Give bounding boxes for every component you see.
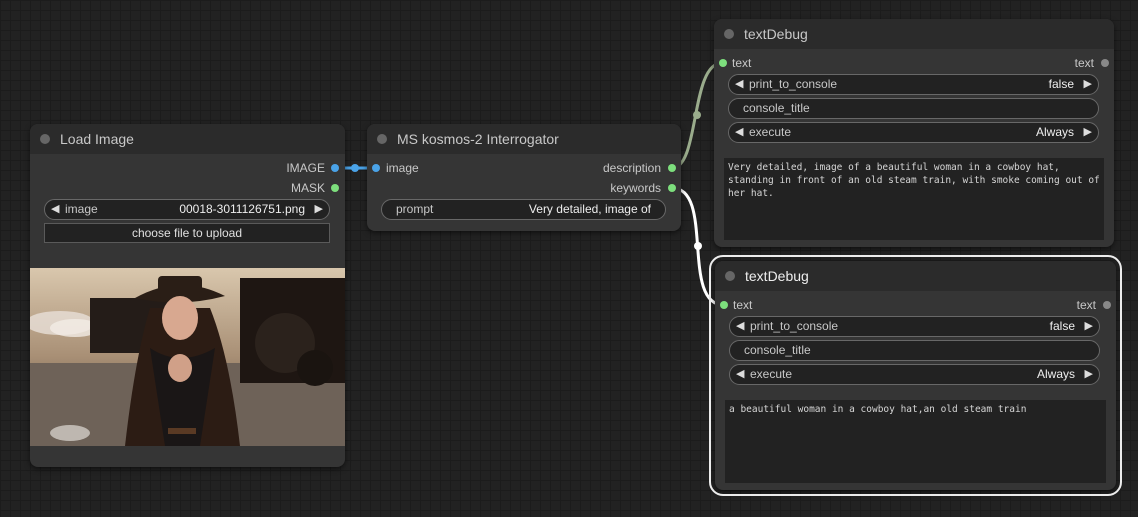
arrow-left-icon[interactable]: ◀ [735, 75, 743, 94]
widget-label: image [65, 202, 98, 216]
node-title: textDebug [745, 268, 809, 284]
input-dot-text-icon[interactable] [719, 59, 727, 67]
output-slot-image[interactable]: IMAGE [30, 158, 345, 178]
output-dot-text-icon[interactable] [1103, 301, 1111, 309]
node-title: Load Image [60, 131, 134, 147]
widget-label: console_title [744, 343, 811, 357]
widget-value: 00018-3011126751.png [179, 202, 305, 216]
node-title: MS kosmos-2 Interrogator [397, 131, 559, 147]
arrow-right-icon[interactable]: ▶ [1085, 317, 1093, 336]
node-title: textDebug [744, 26, 808, 42]
preview-artwork [30, 268, 345, 446]
output-textarea[interactable]: a beautiful woman in a cowboy hat,an old… [725, 400, 1106, 483]
slot-row-text[interactable]: text text [714, 53, 1114, 73]
widget-value: Always [1036, 367, 1075, 381]
console-title-widget[interactable]: console_title [728, 98, 1099, 119]
output-dot-description-icon[interactable] [668, 164, 676, 172]
widget-label: execute [750, 367, 793, 381]
text-debug-title-bar[interactable]: textDebug [715, 261, 1116, 291]
input-dot-text-icon[interactable] [720, 301, 728, 309]
text-debug-node-1[interactable]: textDebug text text ◀ print_to_console f… [714, 19, 1114, 247]
arrow-left-icon[interactable]: ◀ [735, 123, 743, 142]
output-label-text: text [1076, 298, 1096, 312]
image-combo-widget[interactable]: ◀ image 00018-3011126751.png ▶ [44, 199, 330, 220]
collapse-dot-icon[interactable] [40, 134, 50, 144]
input-label-text: text [732, 56, 752, 70]
print-to-console-widget[interactable]: ◀ print_to_console false ▶ [728, 74, 1099, 95]
arrow-left-icon[interactable]: ◀ [51, 200, 59, 219]
widget-value: Very detailed, image of [528, 202, 651, 216]
print-to-console-widget[interactable]: ◀ print_to_console false ▶ [729, 316, 1100, 337]
widget-label: console_title [743, 101, 810, 115]
widget-label: prompt [396, 202, 434, 216]
input-label-text: text [733, 298, 753, 312]
image-link-midpoint [351, 164, 359, 172]
load-image-title-bar[interactable]: Load Image [30, 124, 345, 154]
load-image-node[interactable]: Load Image IMAGE MASK ◀ image 00018-3011… [30, 124, 345, 467]
collapse-dot-icon[interactable] [725, 271, 735, 281]
execute-widget[interactable]: ◀ execute Always ▶ [729, 364, 1100, 385]
widget-label: print_to_console [750, 319, 839, 333]
slot-row-text[interactable]: text text [715, 295, 1116, 315]
output-label-text: text [1074, 56, 1094, 70]
console-title-widget[interactable]: console_title [729, 340, 1100, 361]
output-label-image: IMAGE [286, 161, 325, 175]
widget-label: execute [749, 125, 792, 139]
output-dot-image-icon[interactable] [331, 164, 339, 172]
output-dot-text-icon[interactable] [1101, 59, 1109, 67]
input-label-image: image [386, 161, 419, 175]
widget-value: false [1049, 319, 1075, 333]
output-slot-mask[interactable]: MASK [30, 178, 345, 198]
arrow-left-icon[interactable]: ◀ [736, 317, 744, 336]
output-label-keywords: keywords [610, 181, 661, 195]
text-debug-title-bar[interactable]: textDebug [714, 19, 1114, 49]
output-textarea[interactable]: Very detailed, image of a beautiful woma… [724, 158, 1104, 240]
arrow-right-icon[interactable]: ▶ [1084, 123, 1092, 142]
arrow-right-icon[interactable]: ▶ [315, 200, 323, 219]
collapse-dot-icon[interactable] [377, 134, 387, 144]
arrow-left-icon[interactable]: ◀ [736, 365, 744, 384]
input-dot-image-icon[interactable] [372, 164, 380, 172]
output-slot-keywords[interactable]: keywords [367, 178, 681, 198]
execute-widget[interactable]: ◀ execute Always ▶ [728, 122, 1099, 143]
arrow-right-icon[interactable]: ▶ [1084, 75, 1092, 94]
output-label-description: description [602, 161, 661, 175]
prompt-text-widget[interactable]: prompt Very detailed, image of [381, 199, 666, 220]
widget-label: print_to_console [749, 77, 838, 91]
output-dot-mask-icon[interactable] [331, 184, 339, 192]
kosmos-interrogator-node[interactable]: MS kosmos-2 Interrogator image descripti… [367, 124, 681, 231]
collapse-dot-icon[interactable] [724, 29, 734, 39]
keywords-link-midpoint [694, 242, 702, 250]
upload-button[interactable]: choose file to upload [44, 223, 330, 243]
widget-value: false [1048, 77, 1074, 91]
input-slot-image[interactable]: image description [367, 158, 681, 178]
description-link-midpoint [693, 111, 701, 119]
output-dot-keywords-icon[interactable] [668, 184, 676, 192]
arrow-right-icon[interactable]: ▶ [1085, 365, 1093, 384]
image-preview [30, 268, 345, 446]
kosmos-title-bar[interactable]: MS kosmos-2 Interrogator [367, 124, 681, 154]
widget-value: Always [1035, 125, 1074, 139]
output-label-mask: MASK [290, 181, 325, 195]
text-debug-node-2[interactable]: textDebug text text ◀ print_to_console f… [709, 255, 1122, 496]
